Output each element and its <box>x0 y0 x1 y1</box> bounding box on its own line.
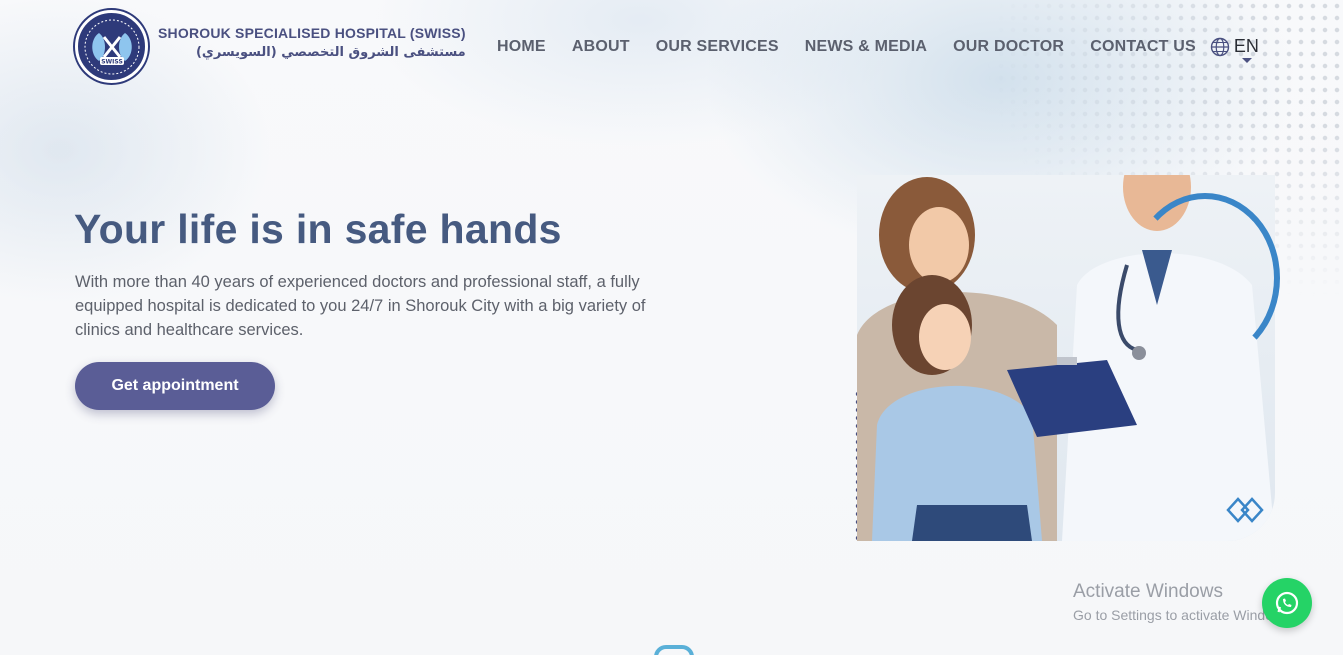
windows-activation-watermark: Activate Windows Go to Settings to activ… <box>1073 581 1294 623</box>
nav-item-contact-us[interactable]: CONTACT US <box>1090 38 1196 56</box>
language-label: EN <box>1233 36 1259 56</box>
nav-item-home[interactable]: HOME <box>497 38 546 56</box>
get-appointment-button[interactable]: Get appointment <box>75 362 275 410</box>
hero-visual <box>850 105 1280 545</box>
nav-item-about[interactable]: ABOUT <box>572 38 630 56</box>
decorative-arc <box>1130 193 1280 363</box>
scroll-indicator[interactable] <box>654 645 694 655</box>
language-switcher[interactable]: EN <box>1210 36 1259 63</box>
site-header: SWISS SHOROUK SPECIALISED HOSPITAL (SWIS… <box>0 0 1343 95</box>
brand-name-english: SHOROUK SPECIALISED HOSPITAL (SWISS) <box>158 25 466 41</box>
logo-text: SWISS <box>101 58 123 65</box>
nav-item-our-doctor[interactable]: OUR DOCTOR <box>953 38 1064 56</box>
whatsapp-chat-button[interactable] <box>1262 578 1312 628</box>
watermark-title: Activate Windows <box>1073 581 1223 602</box>
brand-name[interactable]: SHOROUK SPECIALISED HOSPITAL (SWISS) مست… <box>158 25 466 60</box>
hospital-logo[interactable]: SWISS <box>75 10 148 83</box>
chevron-down-icon <box>1241 58 1252 63</box>
nav-item-news-media[interactable]: NEWS & MEDIA <box>805 38 927 56</box>
logo-mark-icon: SWISS <box>84 19 139 74</box>
nav-item-our-services[interactable]: OUR SERVICES <box>656 38 779 56</box>
globe-icon <box>1210 37 1230 56</box>
brand-name-arabic: مستشفى الشروق التخصصي (السويسري) <box>195 45 466 60</box>
whatsapp-icon <box>1275 591 1299 615</box>
hero-title: Your life is in safe hands <box>74 206 562 252</box>
diamond-icon <box>1226 497 1264 523</box>
main-navigation: HOME ABOUT OUR SERVICES NEWS & MEDIA OUR… <box>497 36 1259 63</box>
hero-description: With more than 40 years of experienced d… <box>75 273 646 339</box>
watermark-subtitle: Go to Settings to activate Windows. <box>1073 607 1294 623</box>
